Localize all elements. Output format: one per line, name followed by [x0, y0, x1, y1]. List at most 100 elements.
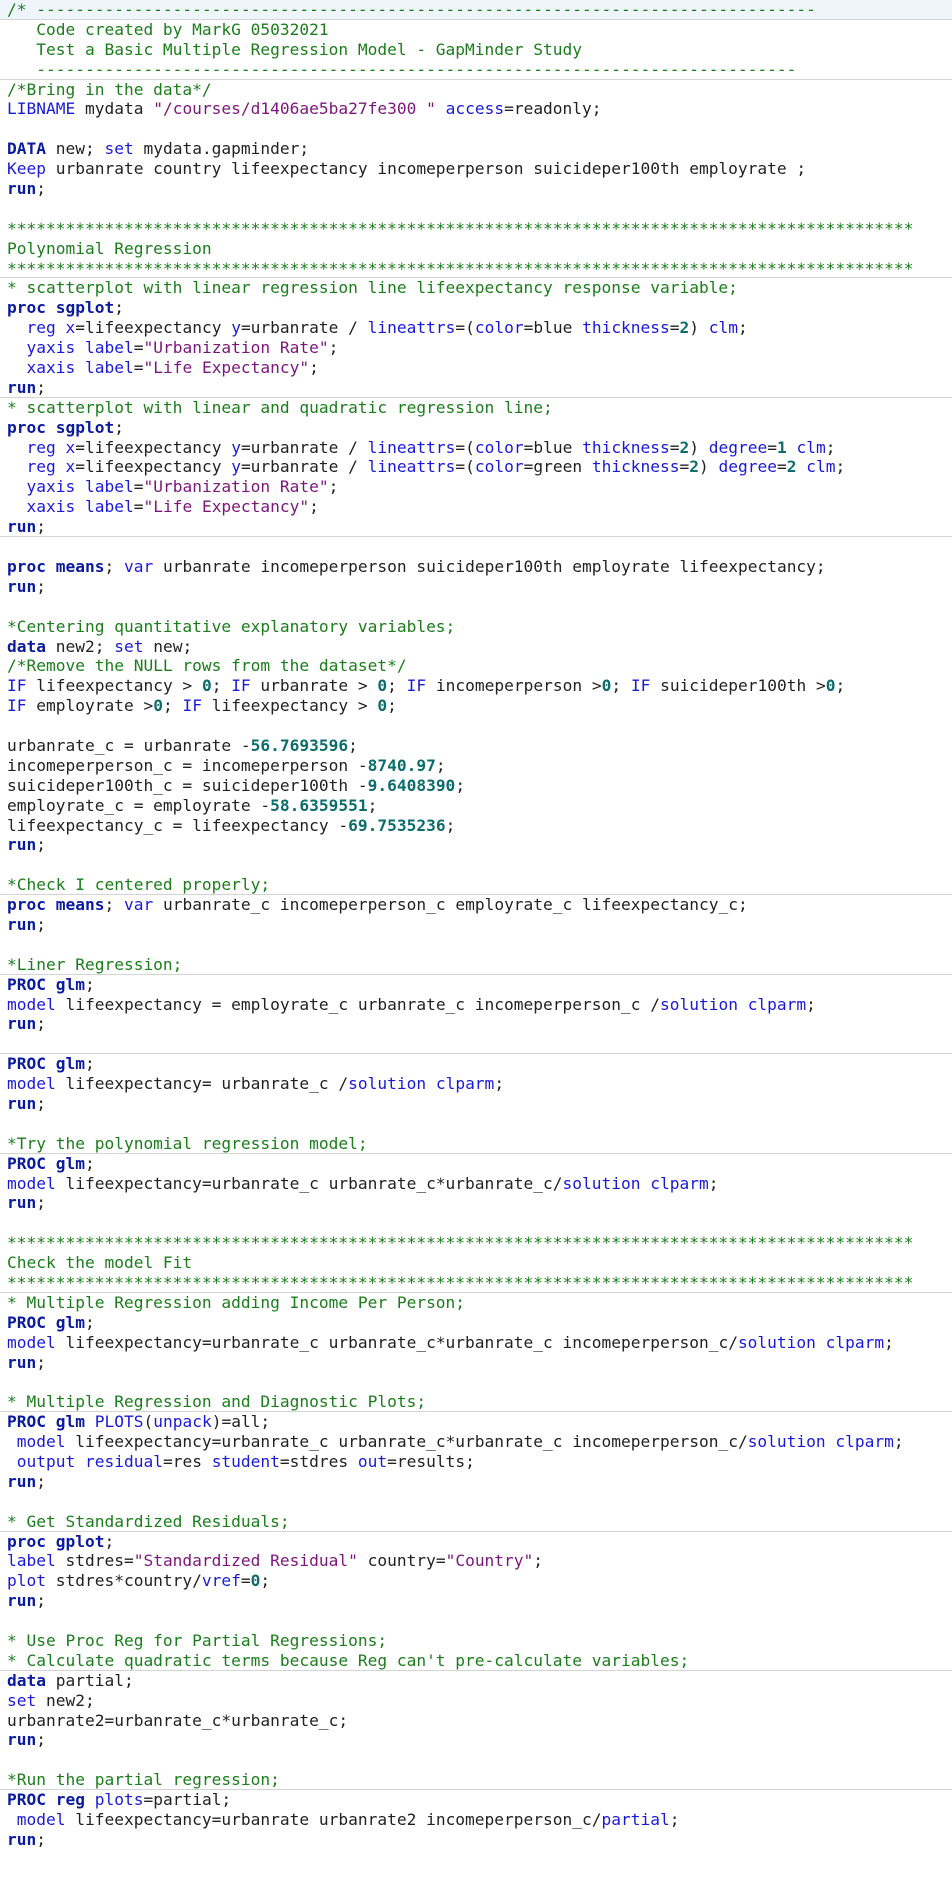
code-line[interactable]: incomeperperson_c = incomeperperson -874…	[0, 756, 952, 776]
code-line[interactable]: *Try the polynomial regression model;	[0, 1134, 952, 1154]
code-line[interactable]: reg x=lifeexpectancy y=urbanrate / linea…	[0, 438, 952, 458]
code-line[interactable]: *Liner Regression;	[0, 955, 952, 975]
code-line[interactable]	[0, 119, 952, 139]
code-line[interactable]: ----------------------------------------…	[0, 60, 952, 80]
code-editor[interactable]: /* -------------------------------------…	[0, 0, 952, 1877]
code-line[interactable]: * Multiple Regression and Diagnostic Plo…	[0, 1392, 952, 1413]
code-token: /*Remove the NULL rows from the dataset*…	[7, 656, 407, 676]
code-line[interactable]: model lifeexpectancy=urbanrate_c urbanra…	[0, 1432, 952, 1452]
code-line[interactable]: * scatterplot with linear regression lin…	[0, 278, 952, 298]
code-line[interactable]: PROC glm;	[0, 1054, 952, 1074]
code-token: ;	[36, 517, 46, 537]
code-line[interactable]: model lifeexpectancy=urbanrate urbanrate…	[0, 1810, 952, 1830]
code-line[interactable]: reg x=lifeexpectancy y=urbanrate / linea…	[0, 318, 952, 338]
code-line[interactable]: Check the model Fit	[0, 1253, 952, 1273]
code-line[interactable]: run;	[0, 1472, 952, 1492]
code-line[interactable]: run;	[0, 1094, 952, 1114]
code-line[interactable]	[0, 855, 952, 875]
code-token: run	[7, 1591, 37, 1611]
code-line[interactable]: /*Remove the NULL rows from the dataset*…	[0, 656, 952, 676]
code-line[interactable]: Keep urbanrate country lifeexpectancy in…	[0, 159, 952, 179]
code-line[interactable]: run;	[0, 179, 952, 199]
code-line[interactable]: run;	[0, 915, 952, 935]
code-line[interactable]	[0, 935, 952, 955]
code-line[interactable]: label stdres="Standardized Residual" cou…	[0, 1551, 952, 1571]
code-line[interactable]: data new2; set new;	[0, 637, 952, 657]
code-line[interactable]: run;	[0, 378, 952, 398]
code-line[interactable]	[0, 1114, 952, 1134]
code-line[interactable]: suicideper100th_c = suicideper100th -9.6…	[0, 776, 952, 796]
code-line[interactable]: run;	[0, 1830, 952, 1850]
code-line[interactable]: yaxis label="Urbanization Rate";	[0, 338, 952, 358]
code-line[interactable]: ****************************************…	[0, 1273, 952, 1293]
code-line[interactable]: employrate_c = employrate -58.6359551;	[0, 796, 952, 816]
code-line[interactable]: run;	[0, 1353, 952, 1373]
code-line[interactable]: /*Bring in the data*/	[0, 80, 952, 100]
code-line[interactable]: run;	[0, 1591, 952, 1611]
code-line[interactable]: proc means; var urbanrate_c incomeperper…	[0, 895, 952, 915]
code-line[interactable]: *Check I centered properly;	[0, 875, 952, 896]
code-line[interactable]	[0, 1611, 952, 1631]
code-line[interactable]: ****************************************…	[0, 259, 952, 279]
code-line[interactable]: /* -------------------------------------…	[0, 0, 952, 20]
code-line[interactable]: reg x=lifeexpectancy y=urbanrate / linea…	[0, 457, 952, 477]
code-line[interactable]: set new2;	[0, 1691, 952, 1711]
code-line[interactable]: * Use Proc Reg for Partial Regressions;	[0, 1631, 952, 1651]
code-token: ****************************************…	[7, 218, 914, 238]
code-line[interactable]: model lifeexpectancy= urbanrate_c /solut…	[0, 1074, 952, 1094]
code-line[interactable]: run;	[0, 1193, 952, 1213]
code-line[interactable]: model lifeexpectancy=urbanrate_c urbanra…	[0, 1333, 952, 1353]
code-token: 0	[201, 676, 212, 696]
code-line[interactable]: * Calculate quadratic terms because Reg …	[0, 1651, 952, 1671]
code-line[interactable]: Code created by MarkG 05032021	[0, 20, 952, 40]
code-line[interactable]: plot stdres*country/vref=0;	[0, 1571, 952, 1591]
code-line[interactable]: PROC glm;	[0, 975, 952, 995]
code-line[interactable]: *Run the partial regression;	[0, 1770, 952, 1791]
code-line[interactable]: * Multiple Regression adding Income Per …	[0, 1293, 952, 1313]
code-line[interactable]	[0, 716, 952, 736]
code-line[interactable]	[0, 1034, 952, 1055]
code-line[interactable]: Test a Basic Multiple Regression Model -…	[0, 40, 952, 60]
code-line[interactable]: LIBNAME mydata "/courses/d1406ae5ba27fe3…	[0, 99, 952, 119]
code-line[interactable]	[0, 537, 952, 557]
code-line[interactable]	[0, 1492, 952, 1512]
code-line[interactable]: proc sgplot;	[0, 298, 952, 318]
code-line[interactable]: DATA new; set mydata.gapminder;	[0, 139, 952, 159]
code-line[interactable]: xaxis label="Life Expectancy";	[0, 358, 952, 378]
code-line[interactable]: model lifeexpectancy = employrate_c urba…	[0, 995, 952, 1015]
code-line[interactable]	[0, 1213, 952, 1233]
code-line[interactable]: run;	[0, 517, 952, 538]
code-line[interactable]: run;	[0, 1014, 952, 1034]
code-token: 56.7693596	[250, 735, 349, 755]
code-line[interactable]: IF lifeexpectancy > 0; IF urbanrate > 0;…	[0, 676, 952, 696]
code-line[interactable]	[0, 597, 952, 617]
code-line[interactable]: IF employrate >0; IF lifeexpectancy > 0;	[0, 696, 952, 716]
code-line[interactable]: ****************************************…	[0, 1233, 952, 1253]
code-line[interactable]: proc sgplot;	[0, 418, 952, 438]
code-line[interactable]: PROC glm;	[0, 1313, 952, 1333]
code-line[interactable]: run;	[0, 577, 952, 597]
code-line[interactable]: run;	[0, 835, 952, 855]
code-line[interactable]: PROC reg plots=partial;	[0, 1790, 952, 1810]
code-line[interactable]: PROC glm;	[0, 1154, 952, 1174]
code-line[interactable]: urbanrate_c = urbanrate -56.7693596;	[0, 736, 952, 756]
code-line[interactable]	[0, 199, 952, 219]
code-line[interactable]: run;	[0, 1730, 952, 1750]
code-line[interactable]: urbanrate2=urbanrate_c*urbanrate_c;	[0, 1711, 952, 1731]
code-line[interactable]: *Centering quantitative explanatory vari…	[0, 617, 952, 637]
code-line[interactable]	[0, 1372, 952, 1392]
code-line[interactable]: model lifeexpectancy=urbanrate_c urbanra…	[0, 1174, 952, 1194]
code-line[interactable]: lifeexpectancy_c = lifeexpectancy -69.75…	[0, 816, 952, 836]
code-line[interactable]: output residual=res student=stdres out=r…	[0, 1452, 952, 1472]
code-line[interactable]: xaxis label="Life Expectancy";	[0, 497, 952, 517]
code-line[interactable]: Polynomial Regression	[0, 239, 952, 259]
code-line[interactable]: * scatterplot with linear and quadratic …	[0, 398, 952, 418]
code-line[interactable]: * Get Standardized Residuals;	[0, 1512, 952, 1532]
code-line[interactable]: ****************************************…	[0, 219, 952, 239]
code-line[interactable]: proc gplot;	[0, 1532, 952, 1552]
code-line[interactable]: data partial;	[0, 1671, 952, 1691]
code-line[interactable]: proc means; var urbanrate incomeperperso…	[0, 557, 952, 577]
code-line[interactable]: yaxis label="Urbanization Rate";	[0, 477, 952, 497]
code-line[interactable]	[0, 1750, 952, 1770]
code-line[interactable]: PROC glm PLOTS(unpack)=all;	[0, 1412, 952, 1432]
